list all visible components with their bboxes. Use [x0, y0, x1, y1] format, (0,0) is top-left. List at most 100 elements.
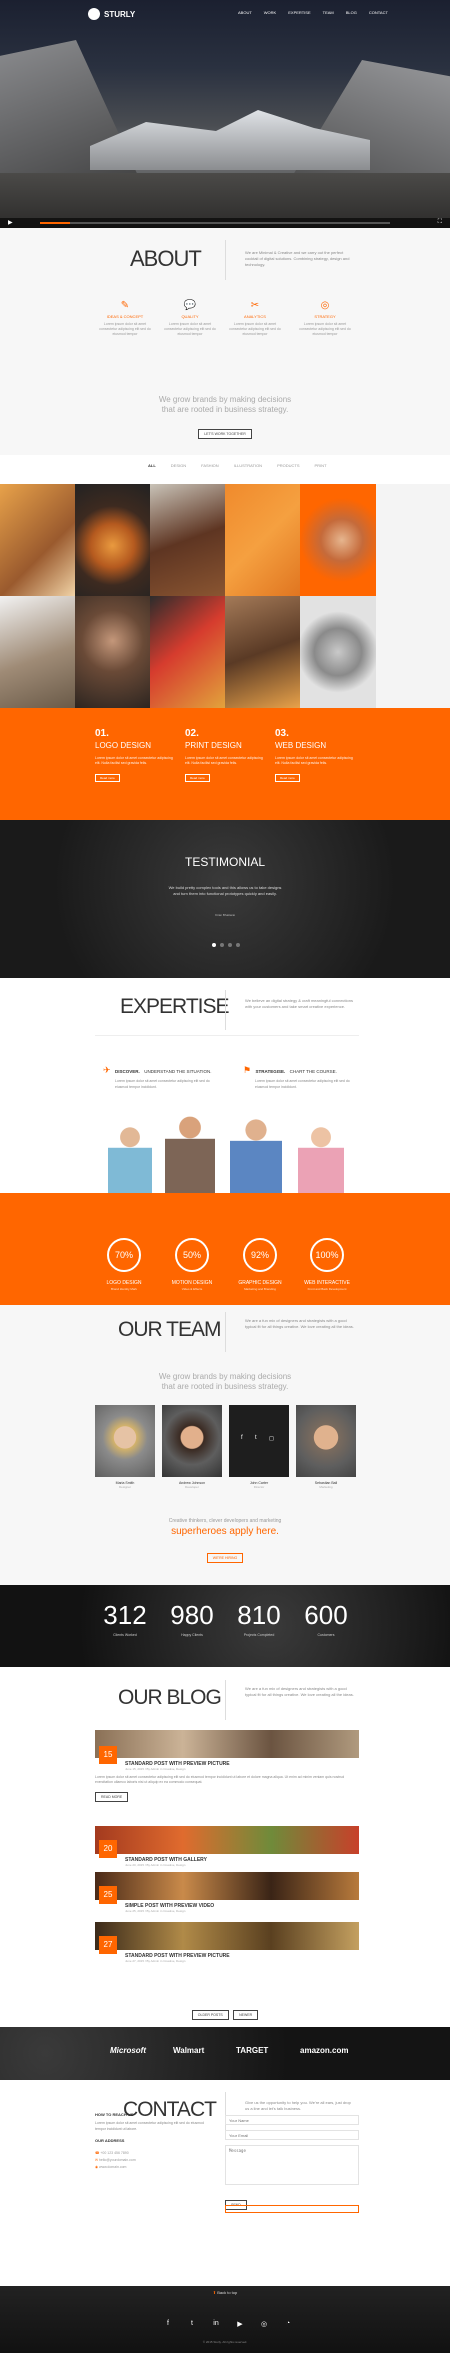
tab-illustration[interactable]: Illustration — [234, 463, 262, 468]
logo[interactable]: STURLY — [88, 8, 135, 20]
target-icon: ◎ — [320, 300, 330, 311]
skill-logo-design: 70% Logo Design Brand Identity Mark — [99, 1238, 149, 1291]
avatar — [162, 1405, 222, 1477]
blog-intro: We are a fun mix of designers and strate… — [245, 1686, 354, 1697]
portfolio-item[interactable] — [150, 484, 225, 596]
older-posts-button[interactable]: Older posts — [191, 2010, 229, 2020]
phone-icon: ☎ — [95, 2151, 100, 2155]
avatar — [296, 1405, 356, 1477]
blog-post[interactable]: 25 SIMPLE POST WITH PREVIEW VIDEO June 25… — [95, 1872, 359, 1913]
nav-item-team[interactable]: Team — [323, 10, 334, 15]
expertise-title: EXPERTISE — [120, 995, 229, 1018]
expertise-discover: ✈ DISCOVER. UNDERSTAND THE SITUATION. Lo… — [103, 1065, 212, 1089]
message-field[interactable] — [225, 2145, 359, 2185]
video-progress[interactable] — [40, 222, 70, 224]
nav-item-work[interactable]: Work — [264, 10, 276, 15]
blog-post[interactable]: 20 STANDARD POST WITH GALLERY June 20, 20… — [95, 1826, 359, 1867]
testimonial-dots — [212, 943, 240, 947]
skills-section — [0, 1193, 450, 1305]
logo-icon — [88, 8, 100, 20]
video-player-bar[interactable]: ▶ ⛶ — [0, 218, 450, 228]
dribbble-icon[interactable]: ◎ — [259, 2320, 269, 2330]
rss-icon[interactable]: ◔ — [283, 2320, 293, 2330]
slider-dot[interactable] — [212, 943, 216, 947]
read-more-button[interactable]: Read more — [185, 774, 210, 782]
slider-dot[interactable] — [220, 943, 224, 947]
team-member[interactable]: Sebastian Ball Marketing — [296, 1405, 356, 1489]
team-tagline: We grow brands by making decisions that a… — [158, 1372, 292, 1391]
contact-info: HOW TO REACH US Lorem ipsum dolor sit am… — [95, 2112, 204, 2169]
client-logo-target: TARGET — [236, 2046, 269, 2055]
instagram-icon[interactable]: ◻ — [269, 1435, 274, 1442]
portfolio-item[interactable] — [225, 484, 300, 596]
team-title: OUR TEAM — [118, 1318, 221, 1341]
portfolio-item[interactable] — [225, 596, 300, 708]
about-title: ABOUT — [130, 246, 202, 271]
team-member[interactable]: Maria Smith Designer — [95, 1405, 155, 1489]
work-together-button[interactable]: Let's work together — [198, 429, 252, 439]
fullscreen-icon[interactable]: ⛶ — [438, 219, 442, 226]
counter-projects: 810 Projects Completed — [237, 1600, 281, 1637]
counter-happy-clients: 980 Happy Clients — [170, 1600, 214, 1637]
nav-item-contact[interactable]: Contact — [369, 10, 388, 15]
expertise-strategise: ⚑ STRATEGISE. CHART THE COURSE. Lorem ip… — [243, 1065, 350, 1089]
globe-icon: ◉ — [95, 2165, 99, 2169]
team-intro: We are a fun mix of designers and strate… — [245, 1318, 354, 1329]
portfolio-item[interactable] — [75, 484, 150, 596]
client-logo-walmart: Walmart — [173, 2046, 205, 2055]
read-more-button[interactable]: Read more — [275, 774, 300, 782]
form-status — [225, 2205, 359, 2213]
feature-ideas: ✎ Ideas & Concept Lorem ipsum dolor sit … — [95, 300, 155, 337]
client-logo-microsoft: Microsoft — [110, 2046, 146, 2055]
testimonial-title: TESTIMONIAL — [184, 855, 265, 869]
slider-dot[interactable] — [228, 943, 232, 947]
play-icon[interactable]: ▶ — [8, 219, 13, 226]
mail-icon: ✉ — [95, 2158, 98, 2162]
twitter-icon[interactable]: t — [187, 2320, 197, 2330]
nav-item-about[interactable]: About — [238, 10, 252, 15]
facebook-icon[interactable]: f — [163, 2320, 173, 2330]
team-member[interactable]: Andrew Johnson Developer — [162, 1405, 222, 1489]
blog-post[interactable]: 15 STANDARD POST WITH PREVIEW PICTURE Jun… — [95, 1730, 359, 1803]
feature-strategy: ◎ Strategy Lorem ipsum dolor sit amet co… — [295, 300, 355, 337]
youtube-icon[interactable]: ▶ — [235, 2320, 245, 2330]
linkedin-icon[interactable]: in — [211, 2320, 221, 2330]
team-member[interactable]: f t ◻ John Carter Director — [229, 1405, 289, 1489]
portfolio-item[interactable] — [150, 596, 225, 708]
service-web: 03. WEB DESIGN Lorem ipsum dolor sit amet… — [275, 728, 353, 782]
blog-post[interactable]: 27 STANDARD POST WITH PREVIEW PICTURE Jun… — [95, 1922, 359, 1963]
skill-motion-design: 50% Motion Design Video & Effects — [167, 1238, 217, 1291]
portfolio-item[interactable] — [300, 484, 376, 596]
expertise-intro: We believe an digital strategy & craft m… — [245, 998, 353, 1009]
tab-products[interactable]: Products — [277, 463, 299, 468]
back-to-top-link[interactable]: ⬆ Back to top — [0, 2290, 450, 2295]
portfolio-item[interactable] — [300, 596, 376, 708]
tab-print[interactable]: Print — [315, 463, 327, 468]
email-field[interactable] — [225, 2130, 359, 2140]
tab-all[interactable]: All — [148, 463, 156, 468]
service-logo: 01. LOGO DESIGN Lorem ipsum dolor sit ame… — [95, 728, 173, 782]
portfolio-item[interactable] — [0, 484, 75, 596]
chat-icon: 💬 — [183, 300, 197, 311]
read-more-button[interactable]: Read more — [95, 774, 120, 782]
name-field[interactable] — [225, 2115, 359, 2125]
arrow-up-icon: ⬆ — [212, 2290, 217, 2295]
twitter-icon[interactable]: t — [255, 1435, 257, 1441]
read-more-button[interactable]: Read more — [95, 1792, 129, 1802]
slider-dot[interactable] — [236, 943, 240, 947]
portfolio-item[interactable] — [75, 596, 150, 708]
nav-item-expertise[interactable]: Expertise — [288, 10, 310, 15]
clients-section — [0, 2027, 450, 2080]
nav-item-blog[interactable]: Blog — [346, 10, 357, 15]
tab-fashion[interactable]: Fashion — [201, 463, 219, 468]
facebook-icon[interactable]: f — [241, 1435, 243, 1441]
hero-section — [0, 0, 450, 228]
flag-icon: ⚑ — [243, 1065, 252, 1075]
feature-quality: 💬 Quality Lorem ipsum dolor sit amet con… — [160, 300, 220, 337]
hiring-button[interactable]: We're hiring — [206, 1553, 244, 1563]
expert-photo — [298, 1125, 344, 1193]
testimonial-author: Kiran Bhattarai — [215, 913, 235, 917]
tab-design[interactable]: Design — [171, 463, 186, 468]
portfolio-item[interactable] — [0, 596, 75, 708]
newer-posts-button[interactable]: Newer — [233, 2010, 259, 2020]
